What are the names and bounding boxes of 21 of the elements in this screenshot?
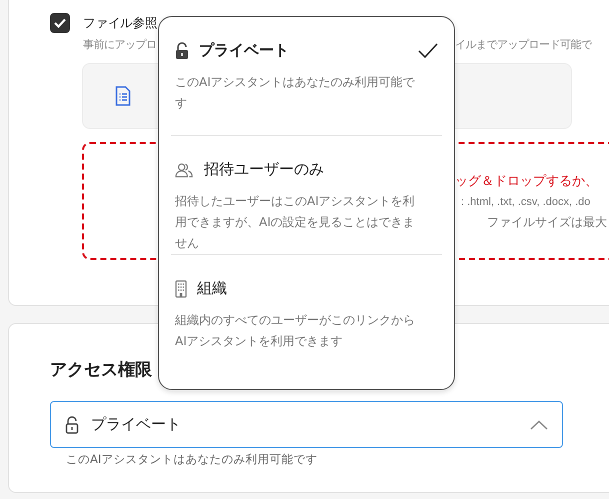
check-icon — [54, 18, 66, 28]
menu-option[interactable]: 組織 組織内のすべてのユーザーがこのリンクからAIアシスタントを利用できます — [171, 255, 442, 374]
chevron-up-icon — [530, 420, 548, 430]
users-icon — [175, 162, 194, 178]
menu-option[interactable]: プライベート このAIアシスタントはあなたのみ利用可能です — [171, 17, 442, 136]
section-title: アクセス権限 — [50, 359, 153, 381]
access-select[interactable]: プライベート — [50, 401, 563, 448]
checkbox[interactable] — [50, 13, 70, 33]
check-icon — [418, 42, 438, 58]
drop-zone-text: ファイルサイズは最大 — [487, 214, 608, 230]
checkbox-label: ファイル参照 — [83, 14, 158, 32]
document-icon — [115, 86, 131, 106]
lock-icon — [65, 416, 79, 434]
drop-zone-text: ッグ＆ドロップするか、 — [455, 174, 599, 190]
description-text: イルまでアップロード可能で — [455, 37, 592, 53]
menu-option[interactable]: 招待ユーザーのみ 招待したユーザーはこのAIアシスタントを利用できますが、AIの設定を見ることはできません — [171, 136, 442, 255]
hint-text: このAIアシスタントはあなたのみ利用可能です — [66, 452, 318, 467]
building-icon — [175, 280, 187, 298]
lock-icon — [175, 42, 189, 60]
drop-zone-text: : .html, .txt, .csv, .docx, .do — [461, 195, 592, 210]
description-text: 事前にアップロ — [83, 37, 156, 53]
